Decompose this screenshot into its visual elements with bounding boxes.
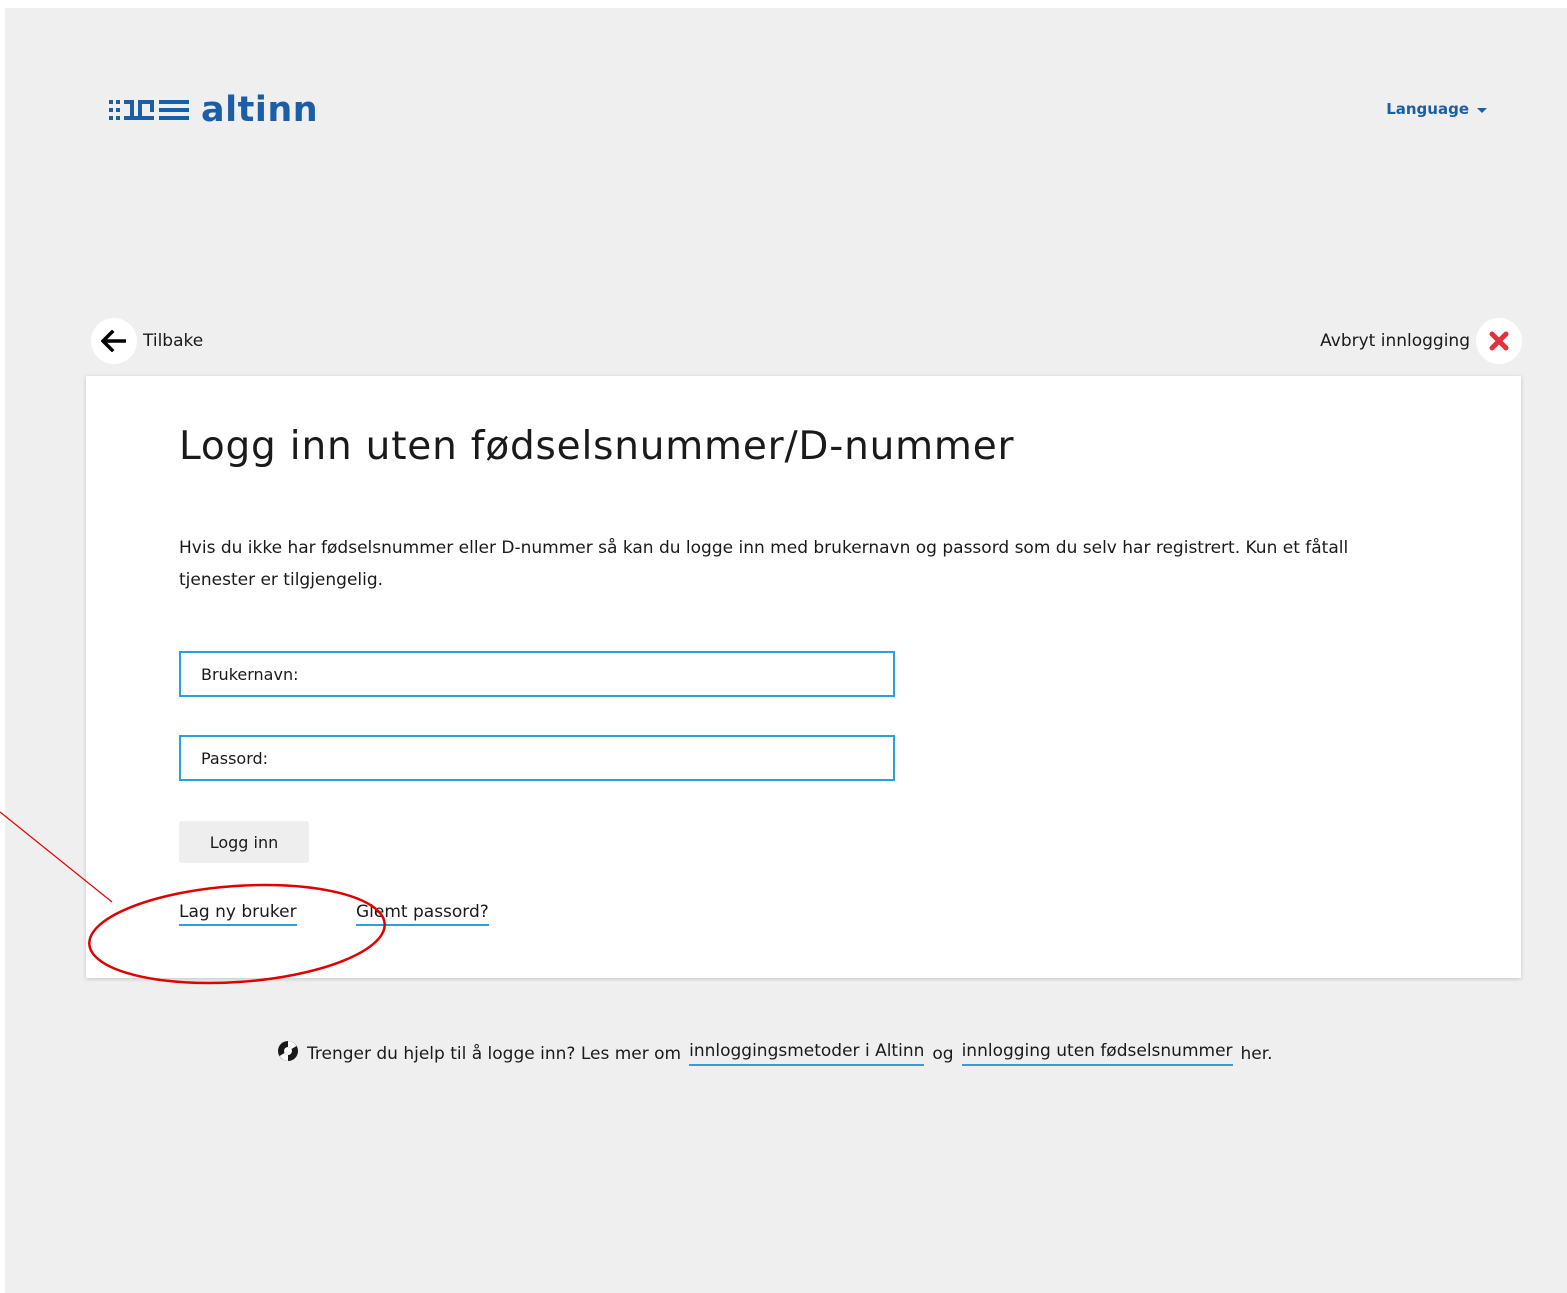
- intro-text: Hvis du ikke har fødselsnummer eller D-n…: [179, 538, 1349, 590]
- arrow-left-icon: [91, 318, 137, 364]
- password-input[interactable]: [268, 737, 893, 779]
- forgot-password-link[interactable]: Glemt passord?: [356, 902, 489, 926]
- lifebuoy-icon: [277, 1040, 299, 1067]
- help-suffix: her.: [1240, 1043, 1273, 1064]
- help-line: Trenger du hjelp til å logge inn? Les me…: [277, 1040, 1273, 1067]
- help-link-login-methods[interactable]: innloggingsmetoder i Altinn: [689, 1041, 925, 1066]
- help-middle: og: [932, 1043, 954, 1064]
- language-label: Language: [1386, 100, 1469, 118]
- back-label: Tilbake: [143, 331, 204, 351]
- password-field[interactable]: Passord:: [179, 735, 895, 781]
- logo-text: altinn: [201, 90, 319, 130]
- page-background: altinn Language Tilbake Avbryt innloggin…: [5, 8, 1567, 1293]
- login-button[interactable]: Logg inn: [179, 821, 309, 863]
- caret-down-icon: [1477, 107, 1487, 113]
- username-input[interactable]: [298, 653, 893, 695]
- cancel-login-button[interactable]: Avbryt innlogging: [1320, 318, 1522, 364]
- page-title: Logg inn uten fødselsnummer/D-nummer: [179, 424, 1015, 469]
- cancel-label: Avbryt innlogging: [1320, 331, 1470, 351]
- language-dropdown[interactable]: Language: [1386, 100, 1487, 118]
- create-user-link[interactable]: Lag ny bruker: [179, 902, 297, 926]
- username-label: Brukernavn:: [201, 664, 299, 684]
- help-link-without-ssn[interactable]: innlogging uten fødselsnummer: [961, 1041, 1233, 1066]
- help-prefix: Trenger du hjelp til å logge inn? Les me…: [307, 1043, 682, 1064]
- login-card: Logg inn uten fødselsnummer/D-nummer Hvi…: [86, 376, 1521, 978]
- close-icon: [1476, 318, 1522, 364]
- altinn-logo[interactable]: altinn: [109, 90, 318, 130]
- username-field[interactable]: Brukernavn:: [179, 651, 895, 697]
- password-label: Passord:: [201, 748, 269, 768]
- altinn-logo-icon: [109, 95, 191, 125]
- back-button[interactable]: Tilbake: [91, 318, 203, 364]
